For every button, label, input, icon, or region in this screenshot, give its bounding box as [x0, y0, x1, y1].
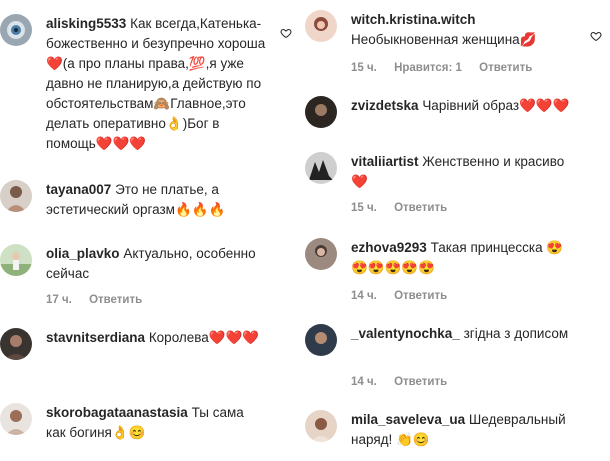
reply-button[interactable]: Ответить — [394, 376, 447, 388]
comment-time[interactable]: 14 ч. — [351, 376, 377, 388]
comment-username[interactable]: olia_plavko — [46, 246, 120, 261]
comment-body: skorobagataanastasia Ты сама как богиня👌… — [46, 403, 266, 443]
comment-body: ezhova9293 Такая принцесска 😍😍😍😍😍😍 — [351, 238, 576, 278]
comment-username[interactable]: stavnitserdiana — [46, 330, 145, 345]
comment-text: Чарівний образ❤️❤️❤️ — [422, 98, 570, 113]
comment-text: Как всегда,Катенька-божественно и безупр… — [46, 16, 266, 151]
comment-meta: 14 ч. Ответить — [351, 376, 461, 388]
reply-button[interactable]: Ответить — [89, 294, 142, 306]
comment-time[interactable]: 15 ч. — [351, 202, 377, 214]
comment-body: vitaliiartist Женственно и красиво❤️ — [351, 152, 576, 192]
heart-outline-icon[interactable] — [590, 30, 602, 42]
reply-button[interactable]: Ответить — [394, 290, 447, 302]
comment-body: alisking5533 Как всегда,Катенька-божеств… — [46, 14, 266, 154]
comment-username[interactable]: _valentynochka_ — [351, 326, 460, 341]
avatar[interactable] — [0, 180, 32, 212]
avatar[interactable] — [305, 238, 337, 270]
comment-time[interactable]: 15 ч. — [351, 62, 377, 74]
comment-body: witch.kristina.witch Необыкновенная женщ… — [351, 10, 576, 50]
comment-meta: 15 ч. Ответить — [351, 202, 461, 214]
avatar[interactable] — [305, 152, 337, 184]
comment-text: Необыкновенная женщина💋 — [351, 32, 537, 47]
comment-username[interactable]: vitaliiartist — [351, 154, 419, 169]
avatar[interactable] — [0, 403, 32, 435]
avatar[interactable] — [305, 324, 337, 356]
comment-text: Королева❤️❤️❤️ — [148, 330, 260, 345]
comment-text: згідна з дописом — [463, 326, 569, 341]
comment-time[interactable]: 17 ч. — [46, 294, 72, 306]
comment-username[interactable]: witch.kristina.witch — [351, 12, 476, 27]
avatar[interactable] — [0, 14, 32, 46]
avatar[interactable] — [0, 244, 32, 276]
reply-button[interactable]: Ответить — [394, 202, 447, 214]
reply-button[interactable]: Ответить — [479, 62, 532, 74]
comment-body: stavnitserdiana Королева❤️❤️❤️ — [46, 328, 266, 348]
avatar[interactable] — [305, 10, 337, 42]
comment-body: _valentynochka_ згідна з дописом — [351, 324, 576, 344]
avatar[interactable] — [305, 410, 337, 442]
comment-meta: 15 ч. Нравится: 1 Ответить — [351, 62, 546, 74]
avatar[interactable] — [0, 328, 32, 360]
comment-time[interactable]: 14 ч. — [351, 290, 377, 302]
comment-username[interactable]: tayana007 — [46, 182, 111, 197]
comment-body: mila_saveleva_ua Шедевральный наряд! 👏😊 — [351, 410, 576, 450]
comment-meta: 14 ч. Ответить — [351, 290, 461, 302]
comment-meta: 17 ч. Ответить — [46, 294, 156, 306]
likes-count[interactable]: Нравится: 1 — [394, 62, 462, 74]
comment-body: tayana007 Это не платье, а эстетический … — [46, 180, 266, 220]
comment-body: olia_plavko Актуально, особенно сейчас — [46, 244, 266, 284]
comment-username[interactable]: zvizdetska — [351, 98, 419, 113]
comment-username[interactable]: ezhova9293 — [351, 240, 427, 255]
comment-username[interactable]: alisking5533 — [46, 16, 126, 31]
avatar[interactable] — [305, 96, 337, 128]
heart-outline-icon[interactable] — [280, 27, 292, 39]
comment-username[interactable]: skorobagataanastasia — [46, 405, 188, 420]
comment-username[interactable]: mila_saveleva_ua — [351, 412, 465, 427]
comment-body: zvizdetska Чарівний образ❤️❤️❤️ — [351, 96, 576, 116]
